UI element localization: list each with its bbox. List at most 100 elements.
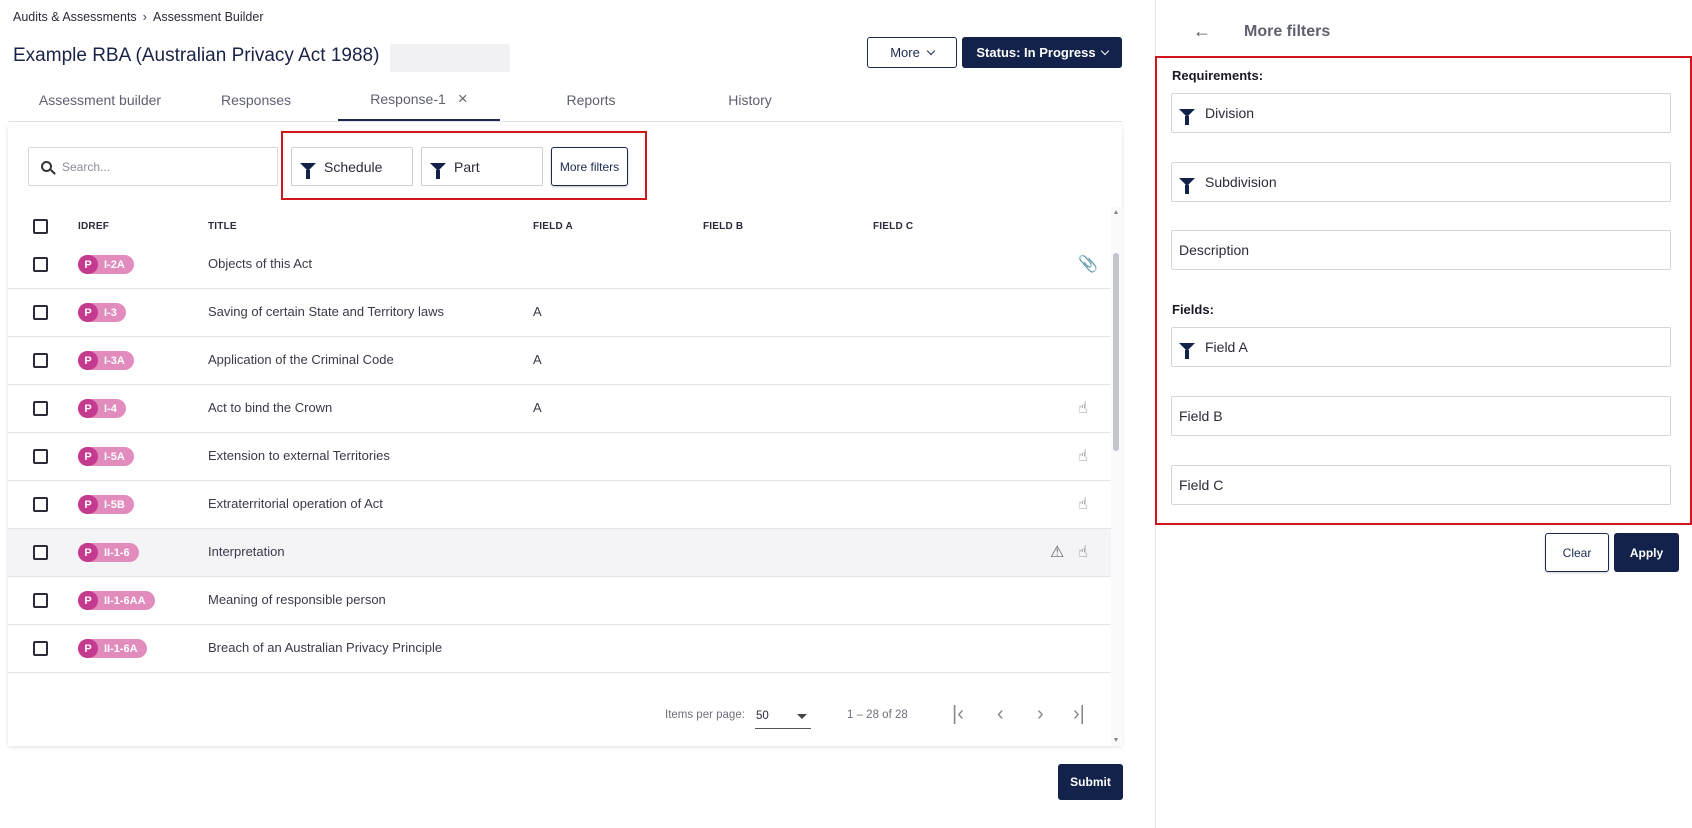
- close-icon[interactable]: ×: [458, 89, 468, 109]
- row-checkbox[interactable]: [33, 257, 48, 272]
- items-per-page-value: 50: [756, 710, 769, 722]
- tab-label: Assessment builder: [38, 91, 162, 108]
- table-row[interactable]: P I-2A Objects of this Act 📎: [8, 241, 1111, 289]
- chevron-right-icon: ›: [142, 9, 148, 24]
- tab-label: History: [728, 91, 772, 108]
- hand-touch-icon[interactable]: ☝: [1078, 494, 1088, 514]
- field-filter-field-a[interactable]: Field A: [1171, 327, 1671, 367]
- row-checkbox[interactable]: [33, 401, 48, 416]
- first-page-icon[interactable]: |‹: [952, 703, 964, 726]
- table-row[interactable]: P I-3A Application of the Criminal Code A: [8, 337, 1111, 385]
- column-header-field-a[interactable]: FIELD A: [533, 221, 573, 232]
- fields-label: Fields:: [1172, 302, 1214, 317]
- row-checkbox[interactable]: [33, 593, 48, 608]
- idref-value: I-2A: [104, 258, 125, 271]
- hand-touch-icon[interactable]: ☝: [1078, 542, 1088, 562]
- row-checkbox[interactable]: [33, 497, 48, 512]
- filter-icon: [1179, 343, 1195, 359]
- status-button[interactable]: Status: In Progress: [962, 37, 1122, 68]
- more-filters-button[interactable]: More filters: [551, 147, 628, 186]
- field-filter-field-b[interactable]: Field B: [1171, 396, 1671, 436]
- more-button-label: More: [890, 45, 920, 60]
- last-page-icon[interactable]: ›|: [1073, 703, 1085, 726]
- search-input[interactable]: Search...: [28, 147, 278, 186]
- title-placeholder-chip: [390, 44, 510, 72]
- idref-prefix: P: [78, 639, 98, 658]
- tab-history[interactable]: History: [700, 78, 800, 121]
- filter-icon: [1179, 109, 1195, 125]
- tab-response-1[interactable]: Response-1 ×: [338, 78, 500, 121]
- table-row[interactable]: P I-5A Extension to external Territories ☝: [8, 433, 1111, 481]
- filter-icon: [300, 162, 316, 179]
- scroll-down-icon[interactable]: ▼: [1111, 737, 1121, 744]
- tab-assessment-builder[interactable]: Assessment builder: [30, 78, 170, 121]
- more-button[interactable]: More: [867, 37, 957, 68]
- row-title: Objects of this Act: [208, 256, 313, 271]
- row-checkbox[interactable]: [33, 449, 48, 464]
- part-filter-button[interactable]: Part: [421, 147, 543, 186]
- column-header-title[interactable]: TITLE: [208, 221, 237, 232]
- idref-prefix: P: [78, 543, 98, 562]
- breadcrumb: Audits & Assessments › Assessment Builde…: [13, 9, 263, 24]
- requirement-filter-subdivision[interactable]: Subdivision: [1171, 162, 1671, 202]
- row-title: Meaning of responsible person: [208, 592, 386, 607]
- filter-label: Part: [454, 158, 480, 175]
- tab-responses[interactable]: Responses: [196, 78, 316, 121]
- idref-prefix: P: [78, 351, 98, 370]
- hand-touch-icon[interactable]: ☝: [1078, 398, 1088, 418]
- select-all-checkbox[interactable]: [33, 219, 48, 234]
- idref-prefix: P: [78, 303, 98, 322]
- row-checkbox[interactable]: [33, 305, 48, 320]
- table-row[interactable]: P II-1-6 Interpretation ⚠ ☝: [8, 529, 1111, 577]
- items-per-page-label: Items per page:: [665, 709, 745, 721]
- scroll-up-icon[interactable]: ▲: [1111, 209, 1121, 216]
- apply-button[interactable]: Apply: [1614, 533, 1679, 572]
- breadcrumb-parent[interactable]: Audits & Assessments: [13, 10, 137, 24]
- table-row[interactable]: P I-4 Act to bind the Crown A ☝: [8, 385, 1111, 433]
- column-header-idref[interactable]: IDREF: [78, 221, 109, 232]
- panel-field-label: Description: [1179, 242, 1250, 258]
- warning-icon[interactable]: ⚠: [1050, 542, 1064, 562]
- field-filter-field-c[interactable]: Field C: [1171, 465, 1671, 505]
- items-per-page-select[interactable]: 50: [755, 704, 811, 729]
- breadcrumb-current: Assessment Builder: [153, 9, 264, 24]
- filter-label: Schedule: [324, 158, 383, 175]
- submit-button[interactable]: Submit: [1058, 764, 1123, 800]
- idref-value: I-5A: [104, 450, 125, 463]
- requirement-filter-division[interactable]: Division: [1171, 93, 1671, 133]
- idref-badge: P I-3A: [78, 351, 134, 370]
- tab-label: Responses: [220, 91, 292, 108]
- hand-touch-icon[interactable]: ☝: [1078, 446, 1088, 466]
- idref-prefix: P: [78, 255, 98, 274]
- table-row[interactable]: P I-5B Extraterritorial operation of Act ☝: [8, 481, 1111, 529]
- paperclip-icon[interactable]: 📎: [1078, 254, 1098, 274]
- column-header-field-c[interactable]: FIELD C: [873, 221, 913, 232]
- requirement-filter-description[interactable]: Description: [1171, 230, 1671, 270]
- panel-field-label: Subdivision: [1205, 174, 1277, 190]
- idref-value: II-1-6: [104, 546, 130, 559]
- idref-prefix: P: [78, 591, 98, 610]
- row-checkbox[interactable]: [33, 353, 48, 368]
- row-field-a: A: [533, 352, 542, 367]
- back-arrow-icon[interactable]: ←: [1193, 21, 1211, 42]
- filter-icon: [1179, 178, 1195, 194]
- idref-badge: P I-3: [78, 303, 126, 322]
- scroll-thumb[interactable]: [1113, 253, 1119, 451]
- tab-reports[interactable]: Reports: [538, 78, 644, 121]
- schedule-filter-button[interactable]: Schedule: [291, 147, 413, 186]
- next-page-icon[interactable]: ›: [1037, 703, 1044, 726]
- row-title: Extraterritorial operation of Act: [208, 496, 383, 511]
- table-scrollbar[interactable]: ▲ ▼: [1111, 207, 1121, 746]
- previous-page-icon[interactable]: ‹: [997, 703, 1004, 726]
- tab-bar: Assessment builder Responses Response-1 …: [8, 78, 1122, 122]
- table-row[interactable]: P II-1-6A Breach of an Australian Privacy …: [8, 625, 1111, 673]
- column-header-field-b[interactable]: FIELD B: [703, 221, 743, 232]
- table-row[interactable]: P I-3 Saving of certain State and Territor…: [8, 289, 1111, 337]
- row-title: Act to bind the Crown: [208, 400, 333, 415]
- clear-button[interactable]: Clear: [1545, 533, 1609, 572]
- row-checkbox[interactable]: [33, 641, 48, 656]
- idref-badge: P I-5B: [78, 495, 134, 514]
- row-checkbox[interactable]: [33, 545, 48, 560]
- idref-prefix: P: [78, 495, 98, 514]
- table-row[interactable]: P II-1-6AA Meaning of responsible person: [8, 577, 1111, 625]
